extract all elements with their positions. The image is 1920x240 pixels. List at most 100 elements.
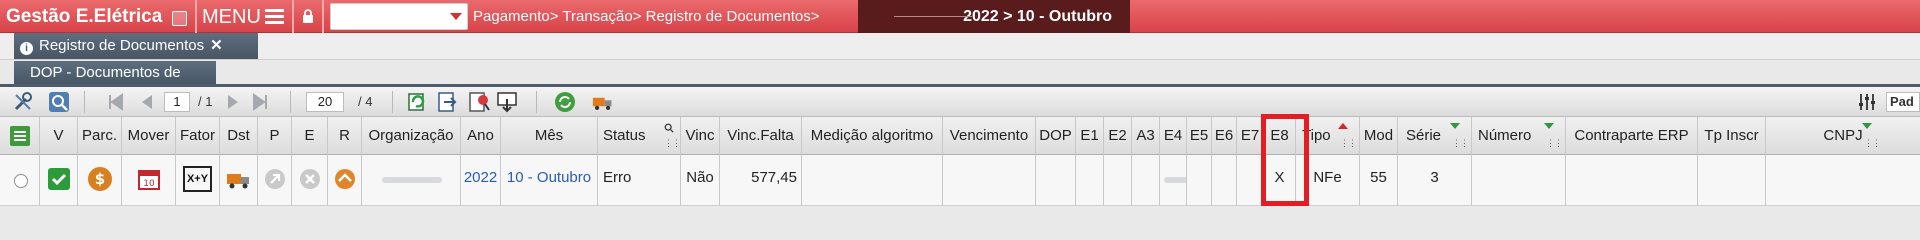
download-icon[interactable] <box>496 91 518 113</box>
period-decoration <box>894 16 972 17</box>
column-header-mod[interactable]: Mod <box>1360 117 1398 155</box>
page-input[interactable]: 1 <box>164 92 190 112</box>
sync-icon[interactable] <box>554 91 576 113</box>
close-icon[interactable]: ✕ <box>210 37 223 54</box>
column-header-tipo[interactable]: Tipo ⋮⋮ <box>1296 117 1360 155</box>
fator-button[interactable]: X+Y <box>182 166 213 192</box>
column-header-e5[interactable]: E5 <box>1187 117 1212 155</box>
truck-icon[interactable] <box>226 168 252 190</box>
column-header-e[interactable]: E <box>292 117 328 155</box>
reprocess-icon[interactable] <box>334 168 356 190</box>
cell-mover[interactable]: 10 <box>122 155 176 206</box>
menu-button[interactable]: MENU <box>202 0 261 33</box>
arrow-up-right-icon[interactable] <box>264 168 286 190</box>
sort-desc-icon[interactable] <box>1862 123 1872 129</box>
column-header-e4[interactable]: E4 <box>1160 117 1187 155</box>
coin-dollar-icon[interactable]: $ <box>87 166 113 192</box>
column-header-e8[interactable]: E8 <box>1264 117 1296 155</box>
tab-registro-documentos[interactable]: i Registro de Documentos ✕ <box>14 33 258 59</box>
truck-icon[interactable] <box>592 91 614 113</box>
column-header-vinc-falta[interactable]: Vinc.Falta <box>720 117 802 155</box>
column-header-p[interactable]: P <box>258 117 292 155</box>
row-select-cell[interactable] <box>0 155 40 206</box>
column-header-r[interactable]: R <box>328 117 362 155</box>
cell-v[interactable] <box>40 155 78 206</box>
column-header-v[interactable]: V <box>40 117 78 155</box>
cell-mes[interactable]: 10 - Outubro <box>501 155 598 206</box>
check-icon[interactable] <box>47 167 71 191</box>
column-header-e2[interactable]: E2 <box>1104 117 1132 155</box>
column-header-a3[interactable]: A3 <box>1132 117 1160 155</box>
chevron-down-icon[interactable] <box>450 13 462 20</box>
column-menu-icon[interactable]: ⋮⋮ <box>1864 139 1881 148</box>
export-icon[interactable] <box>436 91 458 113</box>
cell-r[interactable] <box>328 155 362 206</box>
column-menu-icon[interactable]: ⋮⋮ <box>1452 139 1469 148</box>
report-icon[interactable] <box>468 91 490 113</box>
search-icon[interactable] <box>48 91 70 113</box>
column-header-tp-inscr[interactable]: Tp Inscr <box>1698 117 1766 155</box>
page-size-input[interactable]: 20 <box>306 92 344 112</box>
svg-text:$: $ <box>94 170 104 188</box>
cell-status: Erro <box>598 155 681 206</box>
column-header-e6[interactable]: E6 <box>1212 117 1237 155</box>
column-menu-icon[interactable]: ⋮⋮ <box>1340 139 1357 148</box>
lock-icon[interactable] <box>302 9 314 23</box>
last-page-icon[interactable] <box>250 91 272 113</box>
svg-text:10: 10 <box>143 179 155 189</box>
column-header-mes[interactable]: Mês <box>501 117 598 155</box>
hamburger-icon[interactable] <box>265 9 284 24</box>
first-page-icon[interactable] <box>104 91 126 113</box>
column-header-status[interactable]: Status ⋮⋮ <box>598 117 681 155</box>
settings-sliders-icon[interactable] <box>1856 91 1878 113</box>
cell-e[interactable] <box>292 155 328 206</box>
calendar-icon[interactable]: 10 <box>137 167 161 191</box>
cell-cnpj <box>1766 155 1920 206</box>
header-select-all[interactable] <box>0 117 40 155</box>
period-selector[interactable]: 2022 > 10 - Outubro <box>858 0 1130 33</box>
row-radio[interactable] <box>14 174 28 188</box>
breadcrumb: Pagamento> Transação> Registro de Docume… <box>473 8 820 25</box>
cell-e2 <box>1104 155 1132 206</box>
company-select[interactable] <box>330 3 468 30</box>
app-minimize-icon[interactable] <box>172 11 187 26</box>
sort-asc-icon[interactable] <box>1338 123 1348 129</box>
tools-icon[interactable] <box>12 91 34 113</box>
cell-dst[interactable] <box>220 155 258 206</box>
column-header-vinc[interactable]: Vinc <box>681 117 720 155</box>
layout-select[interactable]: Pad <box>1886 92 1920 112</box>
column-header-mover[interactable]: Mover <box>122 117 176 155</box>
column-header-e1[interactable]: E1 <box>1076 117 1104 155</box>
filter-search-icon[interactable] <box>664 123 674 133</box>
cell-fator[interactable]: X+Y <box>176 155 220 206</box>
prev-page-icon[interactable] <box>136 91 158 113</box>
cell-parc[interactable]: $ <box>78 155 122 206</box>
column-header-ano[interactable]: Ano <box>461 117 501 155</box>
column-header-organizacao[interactable]: Organização <box>362 117 461 155</box>
column-header-e7[interactable]: E7 <box>1237 117 1264 155</box>
subtab-dop[interactable]: DOP - Documentos de terceiros <box>14 61 216 105</box>
cell-p[interactable] <box>258 155 292 206</box>
column-header-dop[interactable]: DOP <box>1036 117 1076 155</box>
table-row[interactable]: $ 10 X+Y 2022 10 - Outubro Erro Não 577,… <box>0 155 1920 206</box>
column-header-cnpj[interactable]: CNPJ ⋮⋮ <box>1766 117 1920 155</box>
column-header-dst[interactable]: Dst <box>220 117 258 155</box>
next-page-icon[interactable] <box>222 91 244 113</box>
sort-desc-icon[interactable] <box>1450 123 1460 129</box>
column-menu-icon[interactable]: ⋮⋮ <box>664 139 680 148</box>
column-menu-icon[interactable]: ⋮⋮ <box>1546 139 1563 148</box>
column-header-fator[interactable]: Fator <box>176 117 220 155</box>
column-header-vencimento[interactable]: Vencimento <box>943 117 1036 155</box>
column-header-contraparte-erp[interactable]: Contraparte ERP <box>1566 117 1698 155</box>
refresh-icon[interactable] <box>406 91 428 113</box>
column-header-medicao-algoritmo[interactable]: Medição algoritmo <box>802 117 943 155</box>
column-header-serie[interactable]: Série ⋮⋮ <box>1398 117 1472 155</box>
grid-settings-icon[interactable] <box>9 125 31 147</box>
cell-vencimento <box>943 155 1036 206</box>
column-header-parc[interactable]: Parc. <box>78 117 122 155</box>
column-header-numero[interactable]: Número ⋮⋮ <box>1472 117 1566 155</box>
cancel-icon[interactable] <box>299 168 321 190</box>
cell-medicao-algoritmo <box>802 155 943 206</box>
cell-ano[interactable]: 2022 <box>461 155 501 206</box>
sort-desc-icon[interactable] <box>1544 123 1554 129</box>
